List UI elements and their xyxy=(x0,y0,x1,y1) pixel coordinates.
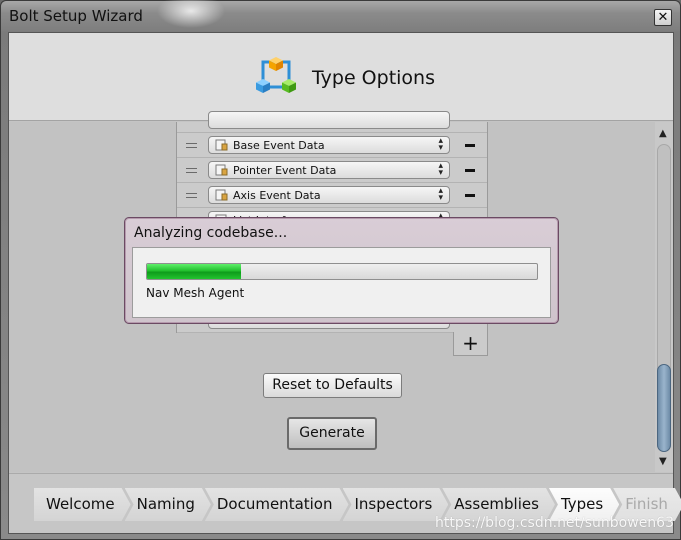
step-inspectors[interactable]: Inspectors xyxy=(343,488,449,521)
step-welcome[interactable]: Welcome xyxy=(34,488,131,521)
remove-item-button[interactable] xyxy=(465,144,475,147)
window-title: Bolt Setup Wizard xyxy=(9,7,143,25)
updown-arrow-icon: ▴▾ xyxy=(438,186,443,203)
add-type-button[interactable]: + xyxy=(453,332,488,356)
script-icon xyxy=(215,164,228,176)
type-dropdown[interactable]: Pointer Event Data ▴ ▾ xyxy=(208,161,450,179)
scroll-up-icon[interactable]: ▲ xyxy=(659,128,667,139)
reset-defaults-button[interactable]: Reset to Defaults xyxy=(263,373,402,398)
type-dropdown[interactable] xyxy=(208,111,450,129)
scroll-thumb[interactable] xyxy=(657,364,671,452)
titlebar-glow xyxy=(151,0,231,31)
progress-bar-fill xyxy=(147,264,241,279)
dropdown-label: Pointer Event Data xyxy=(233,164,337,177)
type-dropdown[interactable]: Axis Event Data ▴ ▾ xyxy=(208,186,450,204)
list-item: Base Event Data ▴ ▾ xyxy=(177,133,487,158)
step-naming[interactable]: Naming xyxy=(125,488,211,521)
title-bar[interactable]: Bolt Setup Wizard ✕ xyxy=(1,0,680,31)
list-item: Pointer Event Data ▴ ▾ xyxy=(177,158,487,183)
progress-body: Nav Mesh Agent xyxy=(132,247,551,318)
updown-arrow-icon: ▴▾ xyxy=(438,136,443,153)
list-item: Axis Event Data ▴ ▾ xyxy=(177,183,487,208)
progress-dialog: Analyzing codebase... Nav Mesh Agent xyxy=(124,217,559,324)
drag-handle-icon[interactable] xyxy=(186,168,197,173)
remove-item-button[interactable] xyxy=(465,169,475,172)
drag-handle-icon[interactable] xyxy=(186,143,197,148)
watermark: https://blog.csdn.net/sunbowen63 xyxy=(435,515,674,531)
script-icon xyxy=(215,189,228,201)
type-dropdown[interactable]: Base Event Data ▴ ▾ xyxy=(208,136,450,154)
dropdown-label: Axis Event Data xyxy=(233,189,321,202)
close-button[interactable]: ✕ xyxy=(654,9,672,26)
list-item xyxy=(177,108,487,133)
generate-button[interactable]: Generate xyxy=(287,417,377,450)
scroll-down-icon[interactable]: ▼ xyxy=(659,456,667,467)
remove-item-button[interactable] xyxy=(465,194,475,197)
dropdown-label: Base Event Data xyxy=(233,139,325,152)
wizard-window: Bolt Setup Wizard ✕ Type Options Base Ev… xyxy=(0,0,681,540)
page-title: Type Options xyxy=(312,67,435,89)
cube-hierarchy-icon xyxy=(256,57,296,93)
progress-title: Analyzing codebase... xyxy=(134,225,288,241)
step-documentation[interactable]: Documentation xyxy=(205,488,349,521)
script-icon xyxy=(215,139,228,151)
updown-arrow-icon: ▴▾ xyxy=(438,161,443,178)
progress-bar xyxy=(146,263,538,280)
vertical-scrollbar[interactable]: ▲ ▼ xyxy=(655,122,673,472)
progress-status: Nav Mesh Agent xyxy=(146,286,245,300)
drag-handle-icon[interactable] xyxy=(186,193,197,198)
